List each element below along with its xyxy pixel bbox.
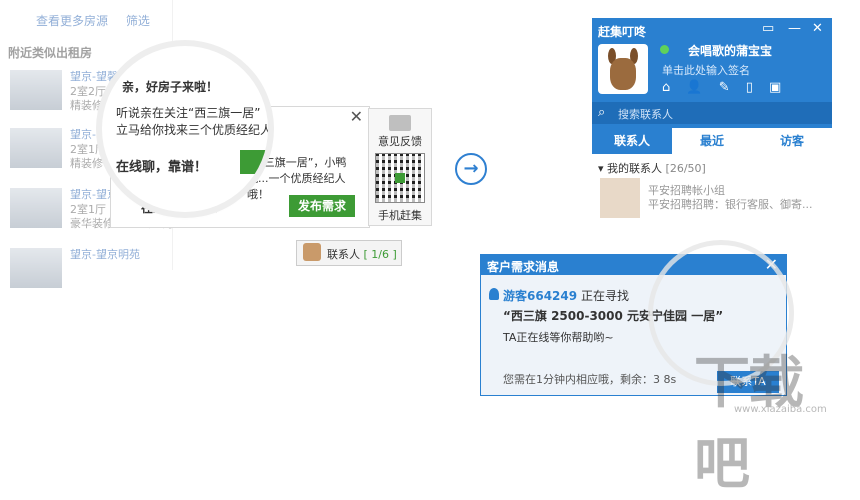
listing-name[interactable]: 望京-望京明苑 [70,246,140,262]
popup-close-icon[interactable]: ✕ [350,107,363,126]
magnifier-circle: 亲，好房子来啦！ 听说亲在关注“西三旗一居” 立马给你找来三个优质经纪人 在线聊… [102,46,268,212]
contact-count: [ 1/6 ] [363,248,397,261]
contact-list: ▾ 我的联系人 [26/50] 平安招聘帐小组 平安招聘招聘：银行客服、御寄..… [592,154,832,248]
tab-visitors[interactable]: 访客 [752,128,832,154]
listing-tabs: 查看更多房源 筛选 [36,12,164,29]
contact-bar[interactable]: 联系人 [ 1/6 ] [296,240,402,266]
countdown-seconds: 8s [663,373,677,386]
tab-recent[interactable]: 最近 [672,128,752,154]
mag-line4: 在线聊，靠谱！ [116,160,208,175]
im-title: 赶集叮咚 [598,25,647,39]
listing-thumbnail [10,248,62,288]
skin-icon[interactable]: ▭ [762,21,774,36]
mag-line2: 听说亲在关注“西三旗一居” [116,106,261,120]
tab-more-listings[interactable]: 查看更多房源 [36,14,108,28]
feedback-icon[interactable] [389,115,411,131]
contact-avatar[interactable] [600,178,640,218]
watermark-text: 下载吧 [694,351,804,497]
search-input[interactable]: 搜索联系人 [618,106,673,122]
signature-field[interactable]: 单击此处输入签名 [662,62,750,78]
mag-line3: 立马给你找来三个优质经纪人 [116,123,268,137]
donkey-head-icon [610,58,636,90]
group-count: [26/50] [665,162,706,175]
contact-search[interactable]: ⌕ 搜索联系人 [592,102,832,124]
minimize-icon[interactable]: — [788,21,801,36]
tab-filter[interactable]: 筛选 [126,14,150,28]
mag-line1: 亲，好房子来啦！ [122,80,219,94]
listing-thumbnail [10,188,62,228]
publish-button[interactable]: 发布需求 [289,195,355,217]
avatar[interactable] [598,44,648,94]
user-icon [489,288,499,300]
feedback-link[interactable]: 意见反馈 [369,133,431,149]
popup-title: 客户需求消息 [487,260,560,274]
section-title: 附近类似出租房 [8,46,93,60]
listing-thumbnail [10,70,62,110]
online-text: TA正在线等你帮助哟~ [503,331,614,344]
im-tabs: 联系人 最近 访客 [592,128,832,154]
online-status-icon[interactable] [660,45,669,54]
mobile-link[interactable]: 手机赶集 [369,207,431,223]
countdown-text: 您需在1分钟内相应哦，剩余：3 8s [503,373,677,386]
watermark-url: www.xiazaiba.com [734,404,827,415]
listing-thumbnail [10,128,62,168]
search-icon: ⌕ [598,105,606,120]
popup-side-panel: 意见反馈 手机赶集 [368,108,432,226]
donkey-avatar-icon [303,243,321,261]
mag-green-button [240,150,268,174]
contact-desc: 平安招聘招聘：银行客服、御寄... [648,198,813,211]
contact-group[interactable]: ▾ 我的联系人 [26/50] [598,160,706,176]
toolbar-icons[interactable]: ⌂ 👤 ✎ ▯ ▣ [662,80,787,95]
qr-code [375,153,425,203]
watermark: 下载吧 www.xiazaiba.com [694,338,854,497]
im-window: 赶集叮咚 ▭ — ✕ 会唱歌的蒲宝宝 单击此处输入签名 ⌂ 👤 ✎ ▯ ▣ ⌕ … [592,18,832,248]
visitor-name: 游客664249 [503,289,578,303]
user-name: 会唱歌的蒲宝宝 [688,44,773,58]
arrow-right-icon: → [455,153,487,185]
close-icon[interactable]: ✕ [812,21,823,36]
contact-label: 联系人 [ 1/6 ] [327,248,397,261]
list-item[interactable]: 望京-望京明苑 [10,248,170,294]
tab-contacts[interactable]: 联系人 [592,128,672,154]
visitor-line: 游客664249 正在寻找 [503,289,629,303]
qr-logo-icon [395,173,405,183]
